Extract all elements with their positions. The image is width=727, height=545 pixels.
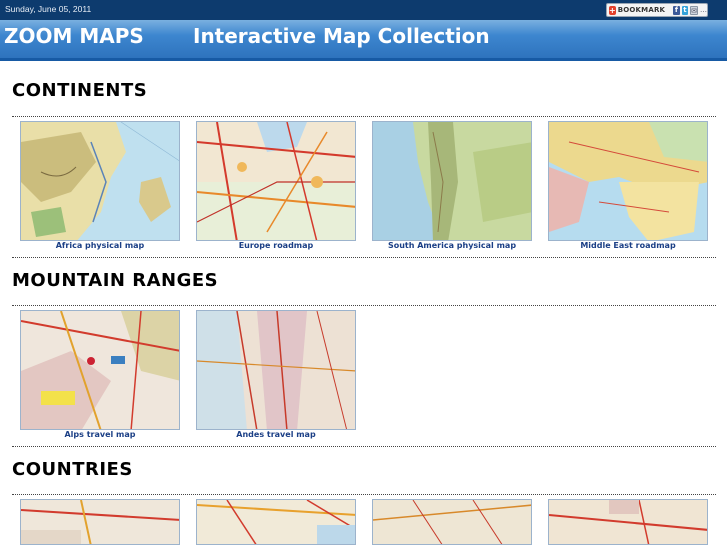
map-caption[interactable]: Europe roadmap [196, 241, 356, 250]
map-thumbnail-europe[interactable] [196, 121, 356, 241]
section-title-mountain-ranges: MOUNTAIN RANGES [12, 270, 219, 291]
map-thumbnail-middle-east[interactable] [548, 121, 708, 241]
map-thumbnail-country[interactable] [20, 499, 180, 545]
section-divider [12, 494, 716, 495]
map-thumbnail-south-america[interactable] [372, 121, 532, 241]
map-thumbnail-country[interactable] [548, 499, 708, 545]
section-divider [12, 305, 716, 306]
map-caption[interactable]: Alps travel map [20, 430, 180, 439]
map-thumbnail-country[interactable] [372, 499, 532, 545]
map-caption[interactable]: Middle East roadmap [548, 241, 708, 250]
map-caption[interactable]: South America physical map [372, 241, 532, 250]
bookmark-button[interactable]: + BOOKMARK f t ✉ … [606, 3, 708, 17]
section-divider [12, 446, 716, 447]
more-icon[interactable]: … [700, 6, 707, 14]
section-divider [12, 257, 716, 258]
section-divider [12, 116, 716, 117]
facebook-icon[interactable]: f [673, 5, 680, 15]
top-bar: Sunday, June 05, 2011 + BOOKMARK f t ✉ … [0, 0, 727, 20]
map-thumbnail-alps[interactable] [20, 310, 180, 430]
map-caption[interactable]: Africa physical map [20, 241, 180, 250]
map-thumbnail-africa[interactable] [20, 121, 180, 241]
section-title-continents: CONTINENTS [12, 80, 148, 101]
map-thumbnail-andes[interactable] [196, 310, 356, 430]
site-header: ZOOM MAPS Interactive Map Collection [0, 20, 727, 61]
site-tagline: Interactive Map Collection [193, 24, 490, 48]
map-thumbnail-country[interactable] [196, 499, 356, 545]
plus-icon: + [609, 5, 616, 15]
email-icon[interactable]: ✉ [690, 5, 698, 15]
site-logo[interactable]: ZOOM MAPS [4, 24, 144, 48]
map-caption[interactable]: Andes travel map [196, 430, 356, 439]
section-title-countries: COUNTRIES [12, 459, 133, 480]
current-date: Sunday, June 05, 2011 [5, 4, 92, 14]
bookmark-label: BOOKMARK [617, 6, 666, 14]
twitter-icon[interactable]: t [681, 5, 689, 15]
